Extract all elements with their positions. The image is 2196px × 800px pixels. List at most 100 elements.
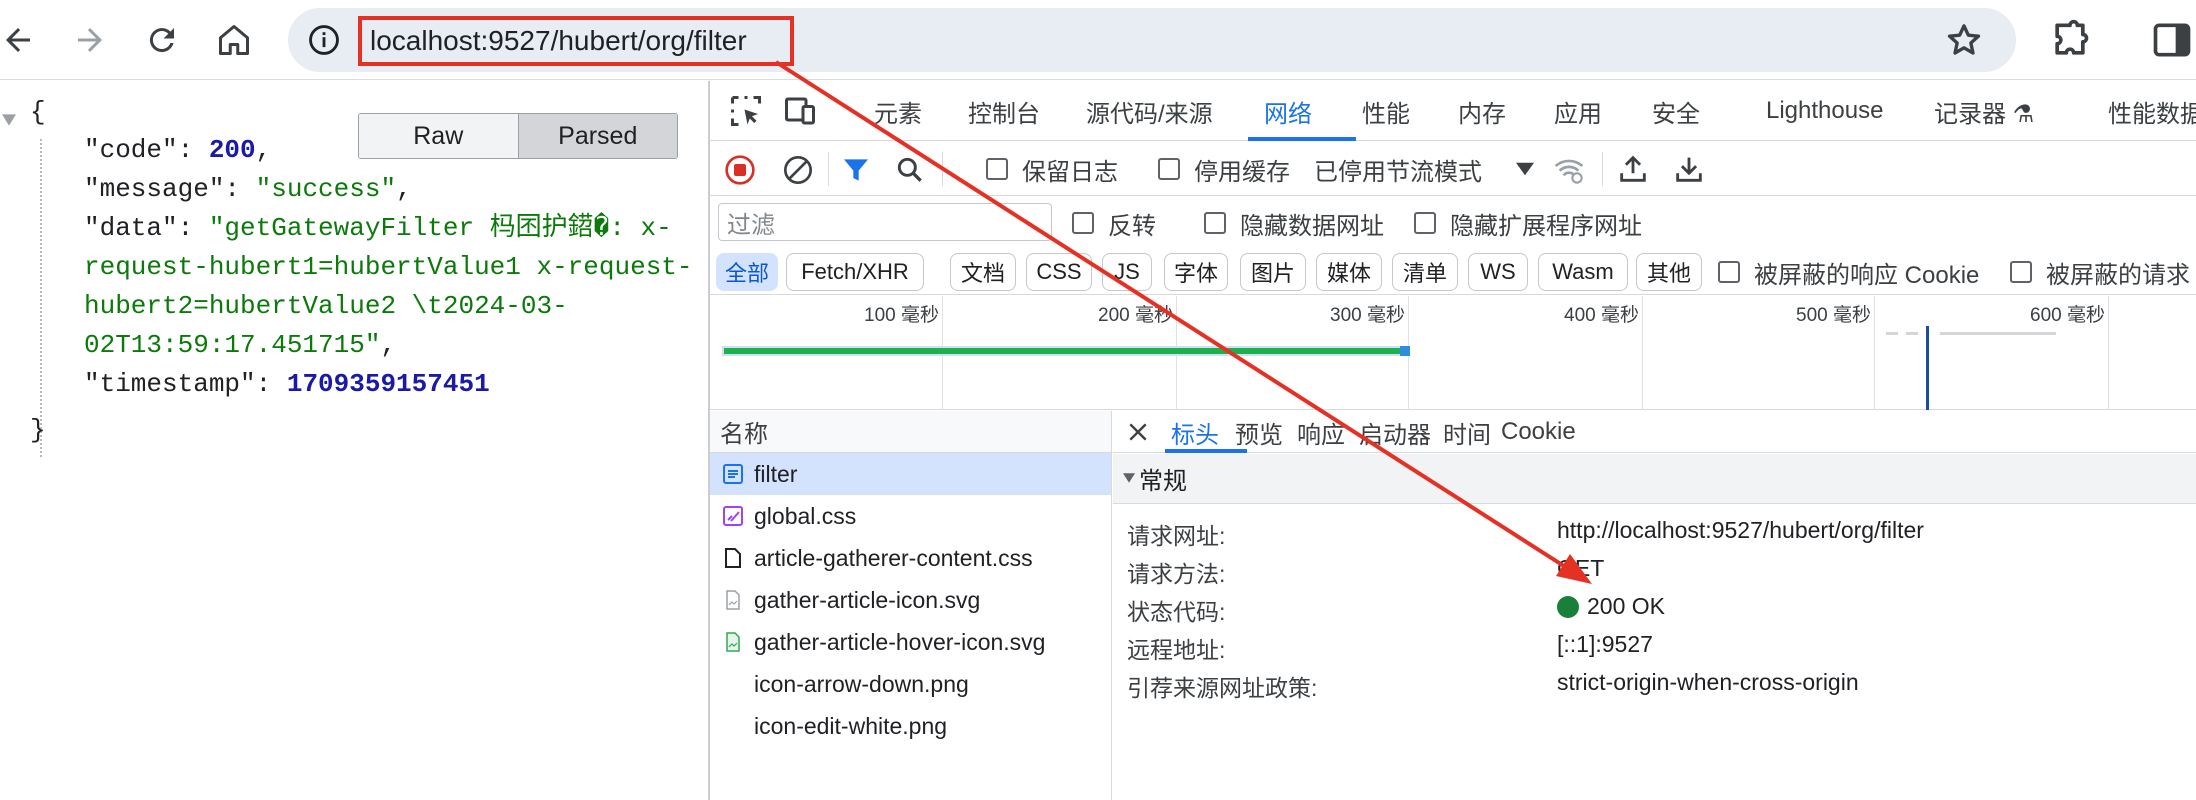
json-key-code: "code": xyxy=(84,135,209,165)
forward-button[interactable] xyxy=(60,10,120,70)
extensions-icon[interactable] xyxy=(2048,18,2092,62)
reload-button[interactable] xyxy=(132,10,192,70)
devtools-panel: 元素 控制台 源代码/来源 网络 性能 内存 应用 安全 Lighthouse … xyxy=(708,81,2196,800)
type-filter-js[interactable]: JS xyxy=(1102,253,1152,291)
checkbox-box[interactable] xyxy=(1072,212,1094,234)
chevron-down-icon[interactable] xyxy=(1516,162,1534,176)
json-open-brace: { xyxy=(30,97,46,127)
side-panel-icon[interactable] xyxy=(2150,18,2194,62)
address-bar[interactable]: localhost:9527/hubert/org/filter xyxy=(288,8,2016,72)
timeline-gridline xyxy=(1874,296,1875,410)
raw-button[interactable]: Raw xyxy=(359,114,518,158)
request-row-filter[interactable]: filter xyxy=(710,453,1111,495)
tab-console[interactable]: 控制台 xyxy=(968,81,1040,141)
site-info-icon[interactable] xyxy=(304,20,344,60)
back-button[interactable] xyxy=(0,10,48,70)
throttling-select[interactable]: 已停用节流模式 xyxy=(1314,142,1482,196)
tab-security[interactable]: 安全 xyxy=(1652,81,1700,141)
tab-application[interactable]: 应用 xyxy=(1554,81,1602,141)
json-value-data-1: "getGatewayFilter 杩囨护鍣�: x- xyxy=(208,213,672,243)
request-method-key: 请求方法: xyxy=(1127,561,1226,587)
tab-initiator[interactable]: 启动器 xyxy=(1359,411,1431,453)
hide-ext-urls-checkbox[interactable]: 隐藏扩展程序网址 xyxy=(1414,197,1642,249)
request-timing-bar xyxy=(722,346,1406,356)
tab-response[interactable]: 响应 xyxy=(1297,411,1345,453)
status-code-value: 200 OK xyxy=(1557,593,1665,620)
clear-icon[interactable] xyxy=(782,154,814,186)
filter-icon[interactable] xyxy=(840,154,872,186)
tab-preview[interactable]: 预览 xyxy=(1235,411,1283,453)
parsed-button[interactable]: Parsed xyxy=(517,114,677,158)
blocked-cookies-checkbox[interactable]: 被屏蔽的响应 Cookie xyxy=(1718,249,1979,295)
record-stop-icon[interactable] xyxy=(724,154,756,186)
request-row-arrow-png[interactable]: icon-arrow-down.png xyxy=(710,663,1111,705)
preserve-log-checkbox[interactable]: 保留日志 xyxy=(986,142,1118,196)
tab-recorder[interactable]: 记录器 ⚗ xyxy=(1934,81,2034,141)
filter-input[interactable]: 过滤 xyxy=(718,203,1052,241)
upload-icon[interactable] xyxy=(1616,152,1650,186)
bookmark-star-icon[interactable] xyxy=(1944,20,1984,60)
request-row-article-css[interactable]: article-gatherer-content.css xyxy=(710,537,1111,579)
tab-sources[interactable]: 源代码/来源 xyxy=(1086,81,1213,141)
image-file-icon xyxy=(726,590,740,610)
remote-address-value: [::1]:9527 xyxy=(1557,631,1653,657)
request-url-key: 请求网址: xyxy=(1127,523,1226,549)
tab-performance-insights[interactable]: 性能数据 xyxy=(2108,81,2196,141)
url-text[interactable]: localhost:9527/hubert/org/filter xyxy=(370,25,747,57)
status-code-key: 状态代码: xyxy=(1127,599,1226,625)
request-row-edit-png[interactable]: icon-edit-white.png xyxy=(710,705,1111,747)
disable-cache-checkbox[interactable]: 停用缓存 xyxy=(1158,142,1290,196)
search-icon[interactable] xyxy=(894,154,926,186)
checkbox-box[interactable] xyxy=(1204,212,1226,234)
referrer-policy-key: 引荐来源网址政策: xyxy=(1127,675,1318,701)
type-filter-manifest[interactable]: 清单 xyxy=(1392,253,1458,291)
type-filter-ws[interactable]: WS xyxy=(1468,253,1528,291)
request-row-hover-icon-svg[interactable]: gather-article-hover-icon.svg xyxy=(710,621,1111,663)
invert-checkbox[interactable]: 反转 xyxy=(1072,197,1156,249)
name-column-header[interactable]: 名称 xyxy=(710,411,1111,453)
stylesheet-icon xyxy=(723,506,743,526)
tab-performance[interactable]: 性能 xyxy=(1362,81,1410,141)
type-filter-fetch-xhr[interactable]: Fetch/XHR xyxy=(786,253,924,291)
blocked-requests-checkbox[interactable]: 被屏蔽的请求 xyxy=(2010,249,2190,295)
type-filter-other[interactable]: 其他 xyxy=(1636,253,1702,291)
type-filter-wasm[interactable]: Wasm xyxy=(1538,253,1628,291)
close-icon[interactable] xyxy=(1127,421,1149,443)
checkbox-box[interactable] xyxy=(2010,261,2032,283)
status-ok-icon xyxy=(1557,596,1579,618)
tab-memory[interactable]: 内存 xyxy=(1458,81,1506,141)
tab-network[interactable]: 网络 xyxy=(1264,81,1312,141)
filter-placeholder: 过滤 xyxy=(727,211,775,239)
request-name: icon-edit-white.png xyxy=(754,712,948,739)
hide-data-urls-label: 隐藏数据网址 xyxy=(1240,212,1384,240)
type-filter-doc[interactable]: 文档 xyxy=(950,253,1016,291)
request-url-value: http://localhost:9527/hubert/org/filter xyxy=(1557,517,1924,543)
network-overview-timeline[interactable]: 100 毫秒 200 毫秒 300 毫秒 400 毫秒 500 毫秒 600 毫… xyxy=(710,296,2196,410)
type-filter-img[interactable]: 图片 xyxy=(1240,253,1306,291)
request-row-icon-svg[interactable]: gather-article-icon.svg xyxy=(710,579,1111,621)
download-icon[interactable] xyxy=(1672,152,1706,186)
checkbox-box[interactable] xyxy=(986,158,1008,180)
tab-elements[interactable]: 元素 xyxy=(874,81,922,141)
inspect-element-icon[interactable] xyxy=(728,93,764,129)
device-toolbar-icon[interactable] xyxy=(782,93,818,129)
tab-timing[interactable]: 时间 xyxy=(1443,411,1491,453)
type-filter-font[interactable]: 字体 xyxy=(1164,253,1228,291)
request-name: global.css xyxy=(754,502,857,529)
tab-cookies[interactable]: Cookie xyxy=(1501,411,1576,453)
network-conditions-icon[interactable] xyxy=(1552,154,1586,186)
tab-lighthouse[interactable]: Lighthouse xyxy=(1766,81,1883,141)
hide-data-urls-checkbox[interactable]: 隐藏数据网址 xyxy=(1204,197,1384,249)
collapse-caret-icon[interactable] xyxy=(2,113,16,127)
home-button[interactable] xyxy=(204,10,264,70)
checkbox-box[interactable] xyxy=(1718,261,1740,283)
tab-headers[interactable]: 标头 xyxy=(1171,411,1219,453)
type-filter-all[interactable]: 全部 xyxy=(716,253,778,291)
json-data-line: "data": "getGatewayFilter 杩囨护鍣�: x- xyxy=(84,209,672,248)
general-section-header[interactable]: 常规 xyxy=(1113,454,2196,504)
checkbox-box[interactable] xyxy=(1414,212,1436,234)
request-row-global-css[interactable]: global.css xyxy=(710,495,1111,537)
type-filter-css[interactable]: CSS xyxy=(1026,253,1092,291)
type-filter-media[interactable]: 媒体 xyxy=(1316,253,1382,291)
checkbox-box[interactable] xyxy=(1158,158,1180,180)
